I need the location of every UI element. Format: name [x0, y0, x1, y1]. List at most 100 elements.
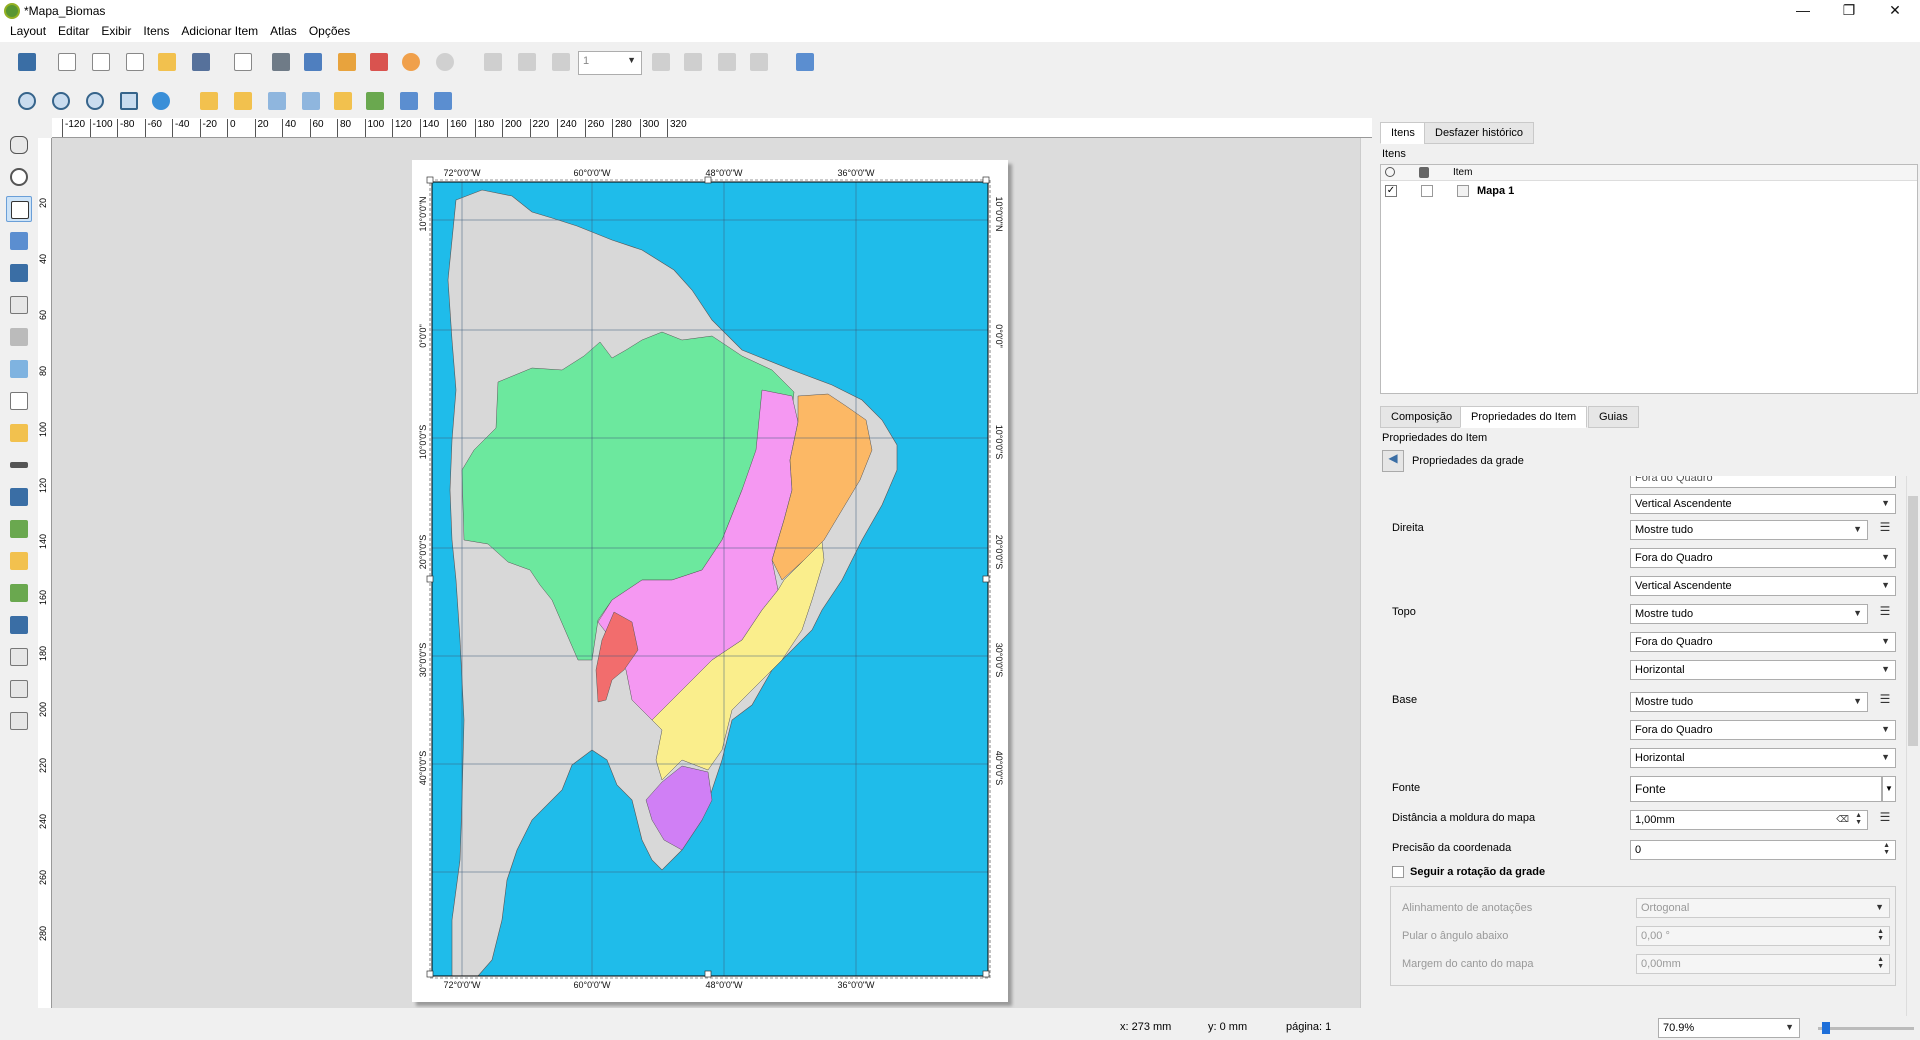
ungroup-items-icon[interactable] [298, 88, 324, 114]
zoom-full-icon[interactable] [116, 88, 142, 114]
add-picture-icon[interactable] [6, 356, 32, 382]
add-north-arrow-icon[interactable] [6, 484, 32, 510]
tab-itens[interactable]: Itens [1380, 122, 1426, 144]
add-map-icon[interactable] [6, 292, 32, 318]
next-feature-icon[interactable] [648, 49, 674, 75]
redo-icon[interactable] [432, 49, 458, 75]
partial-position-select[interactable]: Fora do Quadro [1630, 476, 1896, 488]
close-button[interactable]: ✕ [1872, 0, 1918, 22]
previous-feature-icon[interactable] [548, 49, 574, 75]
restore-button[interactable]: ❐ [1826, 0, 1872, 22]
add-arrow-icon[interactable] [6, 580, 32, 606]
font-menu-icon[interactable]: ▼ [1882, 776, 1896, 802]
add-marker-icon[interactable] [6, 548, 32, 574]
save-template-icon[interactable] [188, 49, 214, 75]
export-pdf-icon[interactable] [366, 49, 392, 75]
add-legend-icon[interactable] [6, 420, 32, 446]
move-content-icon[interactable] [6, 228, 32, 254]
skip-angle-spinbox[interactable]: 0,00 ° ▲ ▼ [1636, 926, 1890, 946]
export-svg-icon[interactable] [334, 49, 360, 75]
back-arrow-icon[interactable]: ◀ [1382, 450, 1404, 472]
add-polyline-icon[interactable] [6, 612, 32, 638]
font-button[interactable]: Fonte [1630, 776, 1882, 802]
direita-position-select[interactable]: Fora do Quadro ▼ [1630, 548, 1896, 568]
print-atlas-icon[interactable] [714, 49, 740, 75]
add-3d-map-icon[interactable] [6, 324, 32, 350]
topo-direction-select[interactable]: Horizontal ▼ [1630, 660, 1896, 680]
layout-canvas[interactable]: 72°0'0"W 60°0'0"W 48°0'0"W 36°0'0"W 72°0'0"… [52, 138, 1362, 1008]
resize-items-icon[interactable] [430, 88, 456, 114]
base-direction-select[interactable]: Horizontal ▼ [1630, 748, 1896, 768]
lock-items-icon[interactable] [196, 88, 222, 114]
first-feature-icon[interactable] [514, 49, 540, 75]
open-template-icon[interactable] [154, 49, 180, 75]
item-map-1[interactable]: Mapa 1 [1477, 185, 1514, 197]
tab-composicao[interactable]: Composição [1380, 406, 1464, 428]
edit-nodes-icon[interactable] [6, 260, 32, 286]
group-items-icon[interactable] [264, 88, 290, 114]
item-visible-checkbox[interactable]: ✓ [1385, 185, 1397, 197]
canvas-scrollbar[interactable] [1360, 138, 1372, 1008]
distance-expression-icon[interactable]: ☰ [1874, 810, 1896, 830]
unlock-items-icon[interactable] [230, 88, 256, 114]
minimize-button[interactable]: — [1780, 0, 1826, 22]
duplicate-layout-icon[interactable] [88, 49, 114, 75]
save-icon[interactable] [14, 49, 40, 75]
atlas-settings-icon[interactable] [480, 49, 506, 75]
map-item[interactable]: 72°0'0"W 60°0'0"W 48°0'0"W 36°0'0"W 72°0'0"… [412, 160, 1008, 1002]
item-lock-checkbox[interactable] [1421, 185, 1433, 197]
add-html-icon[interactable] [6, 644, 32, 670]
undo-icon[interactable] [398, 49, 424, 75]
add-scalebar-icon[interactable] [6, 452, 32, 478]
direita-direction-select[interactable]: Vertical Ascendente ▼ [1630, 576, 1896, 596]
base-display-select[interactable]: Mostre tudo ▼ [1630, 692, 1868, 712]
properties-scrollbar[interactable] [1906, 476, 1918, 1016]
print-icon[interactable] [268, 49, 294, 75]
topo-position-select[interactable]: Fora do Quadro ▼ [1630, 632, 1896, 652]
base-position-select[interactable]: Fora do Quadro ▼ [1630, 720, 1896, 740]
annotation-direction-select-left[interactable]: Vertical Ascendente ▼ [1630, 494, 1896, 514]
zoom-slider[interactable] [1818, 1027, 1914, 1030]
menu-itens[interactable]: Itens [137, 22, 175, 40]
distribute-items-icon[interactable] [396, 88, 422, 114]
export-image-icon[interactable] [300, 49, 326, 75]
topo-expression-icon[interactable]: ☰ [1874, 604, 1896, 624]
pan-icon[interactable] [6, 132, 32, 158]
export-atlas-icon[interactable] [746, 49, 772, 75]
refresh-icon[interactable] [148, 88, 174, 114]
add-label-icon[interactable] [6, 388, 32, 414]
zoom-tool-icon[interactable] [6, 164, 32, 190]
precision-spinbox[interactable]: 0 ▲ ▼ [1630, 840, 1896, 860]
distance-spinbox[interactable]: 1,00mm ⌫ ▲ ▼ [1630, 810, 1868, 830]
raise-items-icon[interactable] [330, 88, 356, 114]
topo-display-select[interactable]: Mostre tudo ▼ [1630, 604, 1868, 624]
direita-expression-icon[interactable]: ☰ [1874, 520, 1896, 540]
select-move-icon[interactable] [6, 196, 32, 222]
tab-guias[interactable]: Guias [1588, 406, 1639, 428]
tab-desfazer-historico[interactable]: Desfazer histórico [1424, 122, 1535, 144]
menu-exibir[interactable]: Exibir [95, 22, 137, 40]
menu-opcoes[interactable]: Opções [303, 22, 356, 40]
zoom-slider-handle[interactable] [1822, 1022, 1830, 1034]
zoom-actual-icon[interactable] [82, 88, 108, 114]
last-feature-icon[interactable] [680, 49, 706, 75]
add-shape-icon[interactable] [6, 516, 32, 542]
add-attribute-table-icon[interactable] [6, 676, 32, 702]
add-pages-icon[interactable] [230, 49, 256, 75]
menu-editar[interactable]: Editar [52, 22, 95, 40]
zoom-in-icon[interactable] [14, 88, 40, 114]
layout-manager-icon[interactable] [122, 49, 148, 75]
menu-adicionar-item[interactable]: Adicionar Item [175, 22, 264, 40]
zoom-out-icon[interactable] [48, 88, 74, 114]
tab-propriedades-do-item[interactable]: Propriedades do Item [1460, 406, 1588, 428]
alignment-select[interactable]: Ortogonal ▼ [1636, 898, 1890, 918]
base-expression-icon[interactable]: ☰ [1874, 692, 1896, 712]
zoom-select[interactable]: 70.9% ▼ [1658, 1018, 1800, 1038]
direita-display-select[interactable]: Mostre tudo ▼ [1630, 520, 1868, 540]
menu-layout[interactable]: Layout [4, 22, 52, 40]
corner-margin-spinbox[interactable]: 0,00mm ▲ ▼ [1636, 954, 1890, 974]
align-items-icon[interactable] [362, 88, 388, 114]
report-settings-icon[interactable] [792, 49, 818, 75]
follow-rotation-checkbox[interactable] [1392, 866, 1404, 878]
atlas-page-select[interactable]: 1 ▼ [578, 51, 642, 75]
